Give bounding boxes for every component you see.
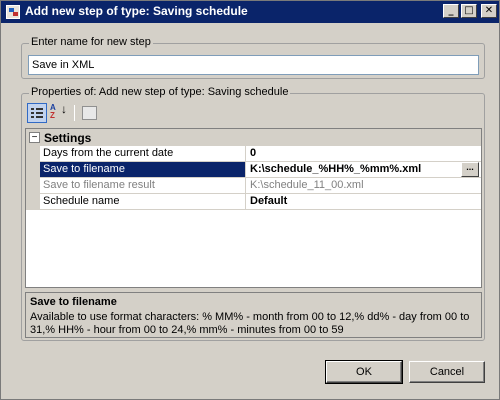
sort-z-letter: Z — [50, 111, 55, 120]
window-title: Add new step of type: Saving schedule — [25, 4, 248, 18]
title-bar: Add new step of type: Saving schedule _ … — [1, 1, 499, 23]
property-value[interactable]: K:\schedule_%HH%_%mm%.xml — [247, 162, 481, 177]
name-group-legend: Enter name for new step — [29, 36, 153, 48]
category-row-settings[interactable]: − Settings — [26, 129, 481, 146]
sort-arrow-icon: ↓ — [61, 102, 67, 116]
dialog-window: Add new step of type: Saving schedule _ … — [0, 0, 500, 400]
properties-group-legend: Properties of: Add new step of type: Sav… — [29, 86, 291, 98]
minimize-button[interactable]: _ — [443, 4, 459, 18]
property-grid: − Settings Days from the current date 0 … — [25, 128, 482, 288]
property-help-panel: Save to filename Available to use format… — [25, 292, 482, 338]
property-row-schedule-name[interactable]: Schedule name Default — [40, 194, 481, 210]
property-value[interactable]: 0 — [247, 146, 481, 161]
collapse-icon[interactable]: − — [29, 132, 40, 143]
toolbar-separator — [74, 105, 75, 121]
property-name: Schedule name — [40, 194, 246, 209]
property-value: K:\schedule_11_00.xml — [250, 179, 364, 191]
cancel-button[interactable]: Cancel — [409, 361, 485, 383]
help-description: Available to use format characters: % MM… — [30, 311, 470, 336]
close-button[interactable]: ✕ — [481, 4, 497, 18]
property-row-days[interactable]: Days from the current date 0 — [40, 146, 481, 162]
property-value[interactable]: Default — [247, 194, 481, 209]
property-row-save-filename[interactable]: Save to filename K:\schedule_%HH%_%mm%.x… — [40, 162, 481, 178]
property-name: Save to filename result — [40, 178, 246, 193]
property-name: Days from the current date — [40, 146, 246, 161]
property-row-filename-result[interactable]: Save to filename result K:\schedule_11_0… — [40, 178, 481, 194]
grid-margin — [26, 146, 40, 210]
properties-group: Properties of: Add new step of type: Sav… — [21, 86, 485, 341]
sort-alphabetical-icon[interactable]: A Z ↓ — [50, 103, 70, 123]
categorized-icon[interactable] — [27, 103, 47, 123]
property-name: Save to filename — [40, 162, 246, 177]
app-icon — [6, 5, 20, 19]
ok-button[interactable]: OK — [325, 360, 403, 384]
category-label: Settings — [44, 131, 92, 145]
help-title: Save to filename — [30, 296, 117, 308]
step-name-input[interactable] — [28, 55, 479, 75]
maximize-button[interactable]: □ — [461, 4, 477, 18]
property-pages-icon[interactable] — [79, 103, 99, 123]
name-group: Enter name for new step — [21, 36, 485, 79]
browse-ellipsis-button[interactable]: ... — [461, 162, 479, 177]
